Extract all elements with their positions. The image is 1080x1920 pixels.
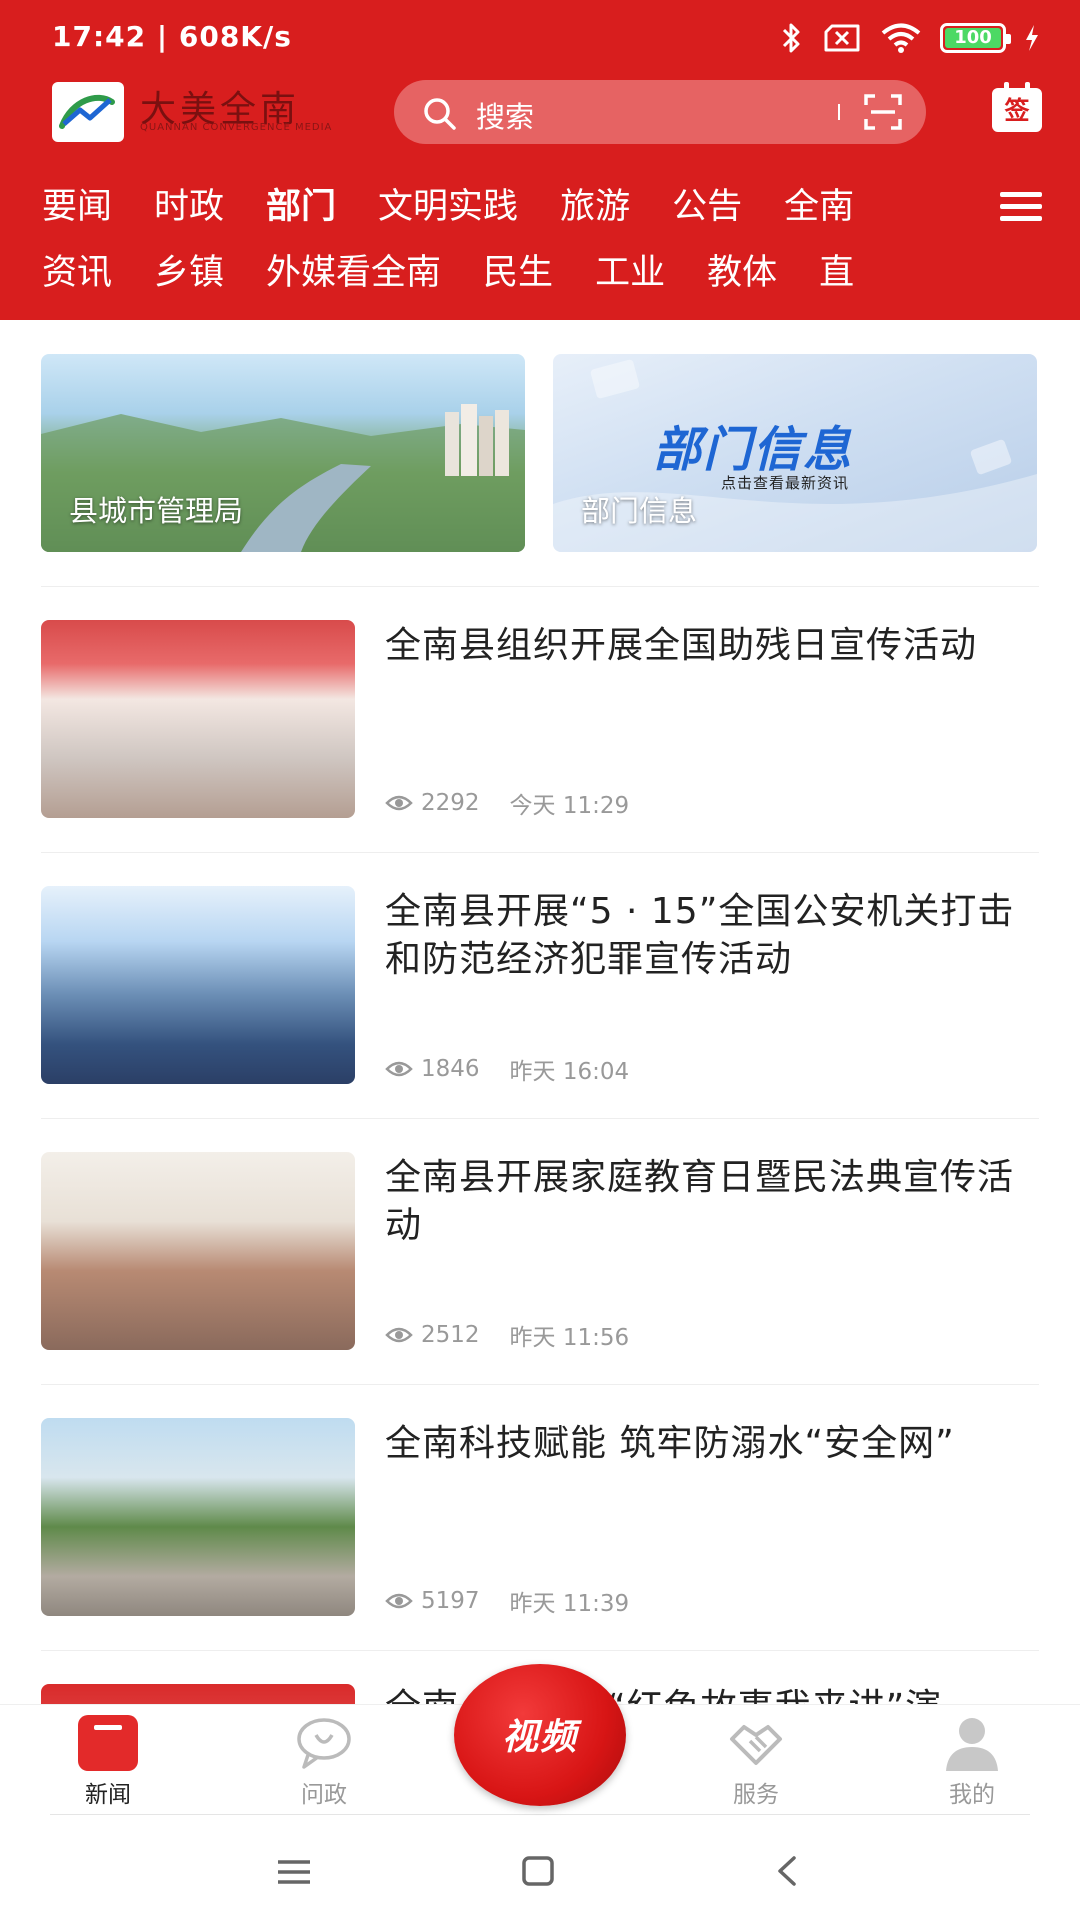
status-time: 17:42 | 608K/s xyxy=(52,20,292,53)
news-thumbnail xyxy=(41,1684,355,1704)
banner-subtitle: 点击查看最新资讯 xyxy=(721,474,850,492)
channel-tab[interactable]: 民生 xyxy=(483,248,553,298)
channel-nav-row-1: 要闻 时政 部门 文明实践 旅游 公告 全南 xyxy=(42,182,854,232)
charging-icon xyxy=(1026,25,1038,51)
channel-tab[interactable]: 外媒看全南 xyxy=(266,248,441,298)
news-title: 全南县开展家庭教育日暨民法典宣传活动 xyxy=(385,1157,1015,1246)
tab-label: 我的 xyxy=(949,1782,995,1808)
tab-mine[interactable]: 我的 xyxy=(912,1705,1032,1815)
news-meta: 1846 昨天 16:04 xyxy=(385,1054,630,1085)
news-meta: 2292 今天 11:29 xyxy=(385,788,630,819)
eye-icon xyxy=(385,1327,413,1343)
view-count: 2292 xyxy=(421,790,480,816)
channel-tab[interactable]: 全南 xyxy=(784,182,854,232)
tab-label: 新闻 xyxy=(85,1782,131,1808)
banner-department-info[interactable]: 部门信息 点击查看最新资讯 部门信息 xyxy=(553,354,1037,552)
search-placeholder: 搜索 xyxy=(476,100,535,134)
search-icon xyxy=(424,98,456,130)
eye-icon xyxy=(385,1593,413,1609)
banner-title: 部门信息 xyxy=(653,422,854,478)
status-icons: 100 xyxy=(780,18,1040,58)
divider xyxy=(50,1814,1030,1815)
news-title: 全南县开展“5 · 15”全国公安机关打击和防范经济犯罪宣传活动 xyxy=(385,891,1015,980)
news-thumbnail xyxy=(41,1152,355,1350)
channel-nav-row-2: 资讯 乡镇 外媒看全南 民生 工业 教体 直 xyxy=(42,248,854,298)
banner-label: 县城市管理局 xyxy=(69,494,244,528)
chat-bubble-icon xyxy=(297,1718,351,1769)
news-item[interactable]: 全南县组织开展全国助残日宣传活动 2292 今天 11:29 xyxy=(41,620,1039,820)
handshake-icon xyxy=(730,1725,782,1765)
news-thumbnail xyxy=(41,886,355,1084)
publish-time: 昨天 11:56 xyxy=(509,1325,630,1351)
channel-tab[interactable]: 教体 xyxy=(707,248,777,298)
back-icon[interactable] xyxy=(746,1816,826,1920)
news-title: 全南科技赋能 筑牢防溺水“安全网” xyxy=(385,1423,955,1464)
tab-service[interactable]: 服务 xyxy=(696,1705,816,1815)
status-bar: 17:42 | 608K/s 100 xyxy=(0,0,1080,72)
channel-tab-active[interactable]: 部门 xyxy=(266,182,336,232)
news-item[interactable]: 全南县开展“5 · 15”全国公安机关打击和防范经济犯罪宣传活动 1846 昨天… xyxy=(41,886,1039,1086)
menu-icon[interactable] xyxy=(1000,192,1042,222)
channel-tab[interactable]: 时政 xyxy=(154,182,224,232)
search-divider xyxy=(838,104,840,120)
app-header: 17:42 | 608K/s 100 大美全南 QUANNAN CONVERGE… xyxy=(0,0,1080,320)
divider xyxy=(41,586,1039,587)
channel-tab[interactable]: 乡镇 xyxy=(154,248,224,298)
news-item[interactable]: 全南县开展家庭教育日暨民法典宣传活动 2512 昨天 11:56 xyxy=(41,1152,1039,1352)
tab-label: 问政 xyxy=(301,1782,347,1808)
channel-tab[interactable]: 资讯 xyxy=(42,248,112,298)
channel-tab[interactable]: 直 xyxy=(819,248,854,298)
view-count: 5197 xyxy=(421,1588,480,1614)
tab-wenzheng[interactable]: 问政 xyxy=(264,1705,384,1815)
tab-news[interactable]: 新闻 xyxy=(48,1705,168,1815)
sign-in-calendar-icon[interactable]: 签 xyxy=(992,82,1042,132)
eye-icon xyxy=(385,795,413,811)
divider xyxy=(41,852,1039,853)
channel-tab[interactable]: 要闻 xyxy=(42,182,112,232)
news-meta: 5197 昨天 11:39 xyxy=(385,1586,630,1617)
news-thumbnail xyxy=(41,620,355,818)
search-bar[interactable]: 搜索 xyxy=(394,80,926,144)
news-icon xyxy=(78,1715,138,1771)
recent-apps-icon[interactable] xyxy=(254,1816,334,1920)
channel-tab[interactable]: 工业 xyxy=(595,248,665,298)
system-navigation-bar xyxy=(0,1816,1080,1920)
news-title: 全南县组织开展全国助残日宣传活动 xyxy=(385,625,978,666)
divider xyxy=(41,1650,1039,1651)
news-meta: 2512 昨天 11:56 xyxy=(385,1320,630,1351)
user-icon xyxy=(946,1718,998,1771)
home-icon[interactable] xyxy=(498,1816,578,1920)
scan-icon[interactable] xyxy=(864,94,902,130)
publish-time: 昨天 16:04 xyxy=(509,1059,630,1085)
logo-subtext: QUANNAN CONVERGENCE MEDIA xyxy=(140,122,333,133)
app-logo xyxy=(52,82,124,142)
channel-tab[interactable]: 文明实践 xyxy=(378,182,518,232)
video-button[interactable]: 视频 xyxy=(454,1664,626,1806)
view-count: 2512 xyxy=(421,1322,480,1348)
tab-label: 服务 xyxy=(733,1782,779,1808)
banner-city-management[interactable]: 县城市管理局 xyxy=(41,354,525,552)
battery-level: 100 xyxy=(954,27,992,48)
divider xyxy=(41,1118,1039,1119)
eye-icon xyxy=(385,1061,413,1077)
news-item[interactable]: 全南科技赋能 筑牢防溺水“安全网” 5197 昨天 11:39 xyxy=(41,1418,1039,1618)
divider xyxy=(41,1384,1039,1385)
view-count: 1846 xyxy=(421,1056,480,1082)
publish-time: 昨天 11:39 xyxy=(509,1591,630,1617)
no-sim-icon xyxy=(824,24,860,52)
bluetooth-icon xyxy=(782,23,800,53)
video-label: 视频 xyxy=(501,1717,578,1758)
channel-tab[interactable]: 旅游 xyxy=(560,182,630,232)
logo-mark-icon xyxy=(59,95,115,129)
channel-tab[interactable]: 公告 xyxy=(672,182,742,232)
news-thumbnail xyxy=(41,1418,355,1616)
publish-time: 今天 11:29 xyxy=(509,793,630,819)
battery-icon: 100 xyxy=(940,23,1011,53)
wifi-icon xyxy=(881,23,921,53)
banner-label: 部门信息 xyxy=(581,494,698,528)
